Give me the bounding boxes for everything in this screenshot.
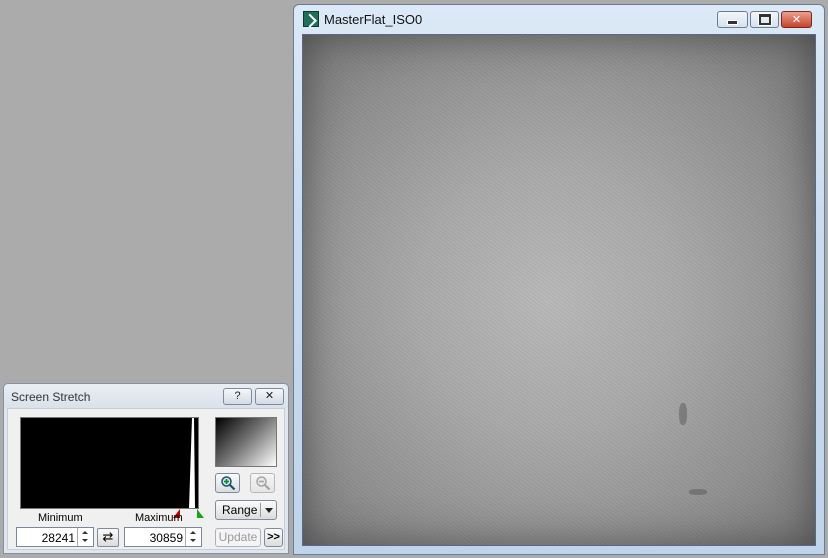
minimum-value[interactable]: 28241 — [42, 531, 75, 545]
help-icon: ? — [234, 390, 241, 402]
flat-frame-image[interactable] — [302, 34, 816, 546]
image-window-title: MasterFlat_ISO0 — [324, 12, 423, 27]
spin-down-icon[interactable] — [190, 539, 196, 542]
zoom-out-icon — [255, 476, 270, 491]
maximum-spin-arrows[interactable] — [185, 528, 201, 546]
spin-up-icon[interactable] — [82, 531, 88, 534]
close-icon: ✕ — [791, 14, 802, 26]
histogram-peak — [189, 418, 195, 508]
zoom-in-icon — [220, 476, 235, 491]
minimum-spinbox[interactable]: 28241 — [16, 527, 94, 547]
minimum-spin-arrows[interactable] — [77, 528, 93, 546]
maximum-label: Maximum — [135, 512, 183, 524]
expand-options-button[interactable]: >> — [264, 528, 283, 547]
app-document-icon — [303, 11, 319, 27]
zoom-out-button[interactable] — [250, 473, 275, 493]
minimize-icon — [727, 19, 738, 25]
histogram-display[interactable] — [20, 417, 199, 509]
close-window-button[interactable]: ✕ — [781, 11, 812, 28]
dialog-titlebar[interactable]: Screen Stretch ? ✕ — [4, 384, 288, 408]
maximum-value[interactable]: 30859 — [150, 531, 183, 545]
dust-spot — [679, 403, 687, 425]
spin-up-icon[interactable] — [190, 531, 196, 534]
range-divider — [260, 503, 261, 517]
maximize-button[interactable] — [750, 11, 779, 28]
image-vignette — [303, 35, 815, 545]
spin-down-icon[interactable] — [82, 539, 88, 542]
zoom-in-button[interactable] — [215, 473, 240, 493]
maximize-icon — [757, 13, 772, 26]
chevron-down-icon[interactable] — [265, 508, 273, 513]
swap-icon: ⇄ — [102, 529, 114, 544]
help-button[interactable]: ? — [223, 388, 252, 405]
minimize-button[interactable] — [717, 11, 748, 28]
dialog-title: Screen Stretch — [11, 390, 91, 404]
image-window-masterflat[interactable]: MasterFlat_ISO0 ✕ — [293, 4, 825, 555]
stretch-preview-gradient — [215, 417, 277, 467]
minimum-label: Minimum — [38, 512, 83, 524]
range-dropdown[interactable]: Range — [215, 500, 277, 520]
dialog-close-button[interactable]: ✕ — [255, 388, 284, 405]
close-icon: ✕ — [264, 390, 275, 402]
update-button[interactable]: Update — [215, 528, 261, 547]
dust-spot — [689, 489, 707, 495]
swap-button[interactable]: ⇄ — [97, 528, 119, 547]
screen-stretch-dialog[interactable]: Screen Stretch ? ✕ Range Minimum Maximum… — [3, 383, 289, 554]
maximum-spinbox[interactable]: 30859 — [124, 527, 202, 547]
dialog-body: Range Minimum Maximum 28241 ⇄ 30859 Upda… — [7, 408, 285, 550]
maximum-marker-icon[interactable] — [197, 509, 204, 518]
range-label: Range — [222, 503, 258, 517]
